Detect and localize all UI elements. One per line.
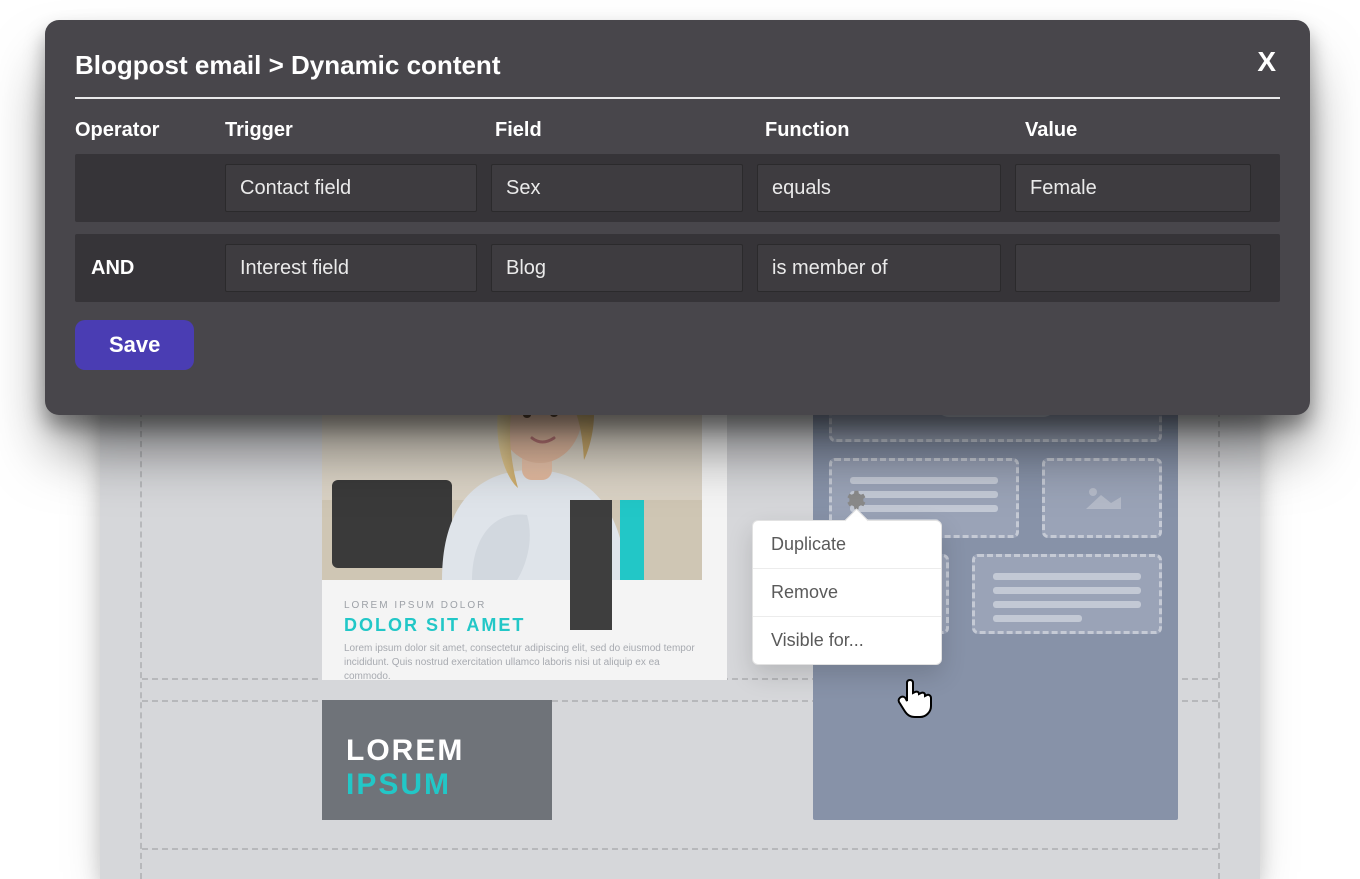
rule-row: Contact field Sex equals Female <box>75 154 1280 222</box>
header-trigger: Trigger <box>225 119 495 142</box>
text-lines-icon <box>993 573 1141 629</box>
value-input[interactable] <box>1015 244 1251 292</box>
column-headers: Operator Trigger Field Function Value <box>75 119 1280 142</box>
cursor-icon <box>897 678 933 723</box>
block-text: IPSUM <box>346 768 451 801</box>
function-select[interactable]: is member of <box>757 244 1001 292</box>
rule-row: AND Interest field Blog is member of <box>75 234 1280 302</box>
header-value: Value <box>1025 119 1275 142</box>
palette-slot-text[interactable] <box>972 554 1162 634</box>
block-body-text: Lorem ipsum dolor sit amet, consectetur … <box>344 642 705 684</box>
field-select[interactable]: Sex <box>491 164 743 212</box>
palette-slot-image[interactable] <box>1042 458 1162 538</box>
trigger-select[interactable]: Interest field <box>225 244 477 292</box>
block-text: LOREM <box>346 734 464 767</box>
header-field: Field <box>495 119 765 142</box>
trigger-select[interactable]: Contact field <box>225 164 477 212</box>
function-select[interactable]: equals <box>757 164 1001 212</box>
menu-item-visible-for[interactable]: Visible for... <box>753 617 941 664</box>
header-function: Function <box>765 119 1025 142</box>
menu-item-remove[interactable]: Remove <box>753 569 941 617</box>
dynamic-content-modal: X Blogpost email > Dynamic content Opera… <box>45 20 1310 415</box>
image-icon <box>1083 483 1121 513</box>
value-input[interactable]: Female <box>1015 164 1251 212</box>
modal-breadcrumb: Blogpost email > Dynamic content <box>75 50 1280 81</box>
operator-cell[interactable]: AND <box>85 257 225 280</box>
decorative-bar <box>620 500 644 580</box>
context-menu: Duplicate Remove Visible for... <box>752 520 942 665</box>
save-button[interactable]: Save <box>75 320 194 370</box>
menu-item-duplicate[interactable]: Duplicate <box>753 521 941 569</box>
block-caption-large: DOLOR SIT AMET <box>344 615 525 636</box>
header-operator: Operator <box>75 119 225 142</box>
divider <box>75 97 1280 99</box>
field-select[interactable]: Blog <box>491 244 743 292</box>
block-caption-small: LOREM IPSUM DOLOR <box>344 600 486 611</box>
content-block[interactable]: LOREM IPSUM <box>322 700 552 820</box>
close-icon[interactable]: X <box>1257 48 1276 76</box>
decorative-bar <box>570 500 612 630</box>
